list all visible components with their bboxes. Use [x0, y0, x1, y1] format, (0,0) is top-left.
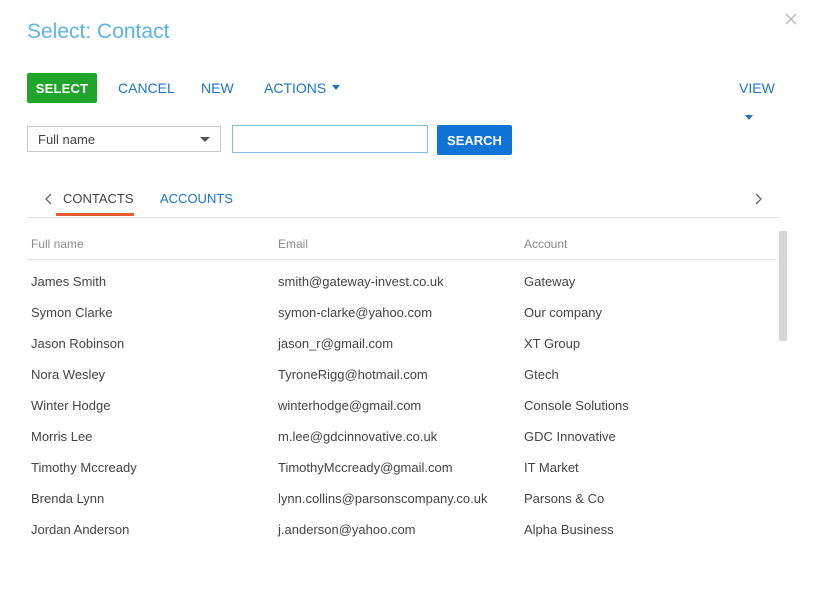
- cell-email: j.anderson@yahoo.com: [278, 522, 416, 537]
- chevron-left-icon[interactable]: [42, 190, 56, 208]
- column-header-email[interactable]: Email: [278, 237, 308, 251]
- chevron-right-icon[interactable]: [751, 190, 765, 208]
- caret-down-icon: [332, 84, 341, 90]
- cell-full-name: Nora Wesley: [31, 367, 106, 382]
- view-label: VIEW: [739, 80, 775, 96]
- cell-full-name: Jason Robinson: [31, 336, 125, 351]
- tab-contacts[interactable]: CONTACTS: [63, 191, 134, 206]
- dialog-title: Select: Contact: [27, 20, 170, 43]
- cell-email: lynn.collins@parsonscompany.co.uk: [278, 491, 488, 506]
- tab-bar: CONTACTS ACCOUNTS: [27, 180, 780, 218]
- cell-account: Our company: [524, 305, 603, 320]
- dropdown-arrow-icon: [200, 137, 210, 142]
- cell-email: smith@gateway-invest.co.uk: [278, 274, 444, 289]
- cancel-button[interactable]: CANCEL: [118, 73, 175, 103]
- cell-full-name: Winter Hodge: [31, 398, 111, 413]
- column-header-account[interactable]: Account: [524, 237, 567, 251]
- tab-accounts[interactable]: ACCOUNTS: [160, 191, 233, 206]
- cell-account: Console Solutions: [524, 398, 629, 413]
- table-row[interactable]: Timothy Mccready TimothyMccready@gmail.c…: [27, 446, 777, 477]
- search-button[interactable]: SEARCH: [437, 125, 512, 155]
- cell-account: IT Market: [524, 460, 579, 475]
- toolbar: SELECT CANCEL NEW ACTIONS VIEW: [27, 73, 787, 120]
- cell-account: GDC Innovative: [524, 429, 616, 444]
- cell-account: Gateway: [524, 274, 576, 289]
- table-row[interactable]: Jason Robinson jason_r@gmail.com XT Grou…: [27, 322, 777, 353]
- actions-menu-button[interactable]: ACTIONS: [264, 73, 341, 103]
- table-row[interactable]: Jordan Anderson j.anderson@yahoo.com Alp…: [27, 508, 777, 539]
- actions-label: ACTIONS: [264, 80, 327, 96]
- cell-full-name: Morris Lee: [31, 429, 93, 444]
- filter-column-select[interactable]: Full name: [27, 126, 221, 152]
- table-row[interactable]: Winter Hodge winterhodge@gmail.com Conso…: [27, 384, 777, 415]
- cell-account: XT Group: [524, 336, 581, 351]
- grid-scrollbar[interactable]: [779, 231, 787, 341]
- table-row[interactable]: Nora Wesley TyroneRigg@hotmail.com Gtech: [27, 353, 777, 384]
- view-menu-button[interactable]: VIEW: [739, 73, 787, 120]
- cell-email: winterhodge@gmail.com: [278, 398, 422, 413]
- cell-account: Alpha Business: [524, 522, 614, 537]
- cell-full-name: James Smith: [31, 274, 107, 289]
- cell-email: TimothyMccready@gmail.com: [278, 460, 453, 475]
- close-icon[interactable]: [783, 11, 799, 27]
- new-button[interactable]: NEW: [201, 73, 234, 103]
- cell-full-name: Timothy Mccready: [31, 460, 137, 475]
- table-row[interactable]: James Smith smith@gateway-invest.co.uk G…: [27, 260, 777, 291]
- select-button[interactable]: SELECT: [27, 73, 97, 103]
- cell-email: jason_r@gmail.com: [278, 336, 394, 351]
- contacts-grid: Full name Email Account James Smith smit…: [27, 229, 777, 539]
- search-input[interactable]: [232, 125, 428, 153]
- cell-account: Parsons & Co: [524, 491, 605, 506]
- caret-down-icon: [745, 114, 753, 120]
- cell-email: m.lee@gdcinnovative.co.uk: [278, 429, 438, 444]
- cell-email: TyroneRigg@hotmail.com: [278, 367, 428, 382]
- active-tab-indicator: [56, 213, 134, 216]
- cell-full-name: Brenda Lynn: [31, 491, 105, 506]
- cell-email: symon-clarke@yahoo.com: [278, 305, 433, 320]
- column-header-full-name[interactable]: Full name: [31, 237, 84, 251]
- table-row[interactable]: Morris Lee m.lee@gdcinnovative.co.uk GDC…: [27, 415, 777, 446]
- cell-full-name: Symon Clarke: [31, 305, 113, 320]
- table-row[interactable]: Brenda Lynn lynn.collins@parsonscompany.…: [27, 477, 777, 508]
- table-row[interactable]: Symon Clarke symon-clarke@yahoo.com Our …: [27, 291, 777, 322]
- cell-full-name: Jordan Anderson: [31, 522, 130, 537]
- grid-header: Full name Email Account: [27, 229, 777, 260]
- cell-account: Gtech: [524, 367, 559, 382]
- filter-column-value: Full name: [38, 132, 96, 147]
